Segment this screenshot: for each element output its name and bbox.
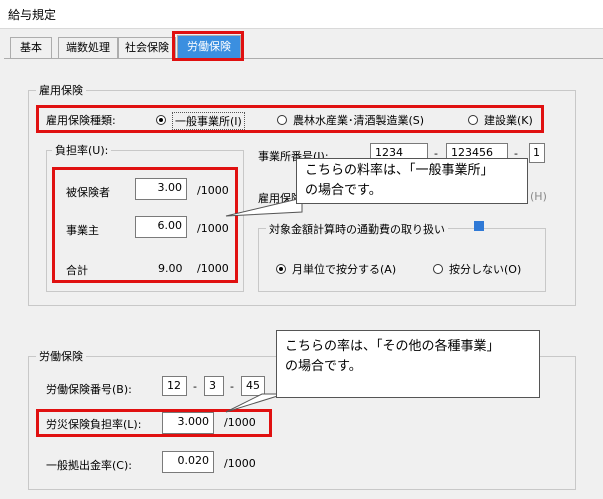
title-bar: 給与規定 (0, 0, 603, 29)
office-number-part3[interactable]: 1 (529, 143, 545, 163)
radio-construction[interactable] (468, 115, 478, 125)
option-construction[interactable]: 建設業(K) (484, 112, 533, 128)
callout-other-business-line2: の場合です。 (285, 359, 362, 374)
tab-labor-insurance[interactable]: 労働保険 (177, 35, 241, 58)
callout-other-business-line1: こちらの率は、「その他の各種事業」 (285, 339, 500, 354)
commute-handling-label: 対象金額計算時の通勤費の取り扱い (266, 221, 448, 237)
general-contribution-label: 一般拠出金率(C): (46, 459, 132, 472)
callout-general-business-line2: の場合です。 (305, 183, 382, 198)
tab-rounding[interactable]: 端数処理 (58, 37, 118, 58)
total-value: 9.00 (158, 262, 183, 275)
total-label: 合計 (66, 264, 88, 277)
labor-insurance-group-label: 労働保険 (36, 348, 86, 364)
labor-number-part2[interactable]: 3 (204, 376, 224, 396)
radio-no-prorate[interactable] (433, 264, 443, 274)
option-monthly-prorate[interactable]: 月単位で按分する(A) (292, 261, 396, 277)
option-agriculture[interactable]: 農林水産業･清酒製造業(S) (293, 112, 424, 128)
tab-social-insurance[interactable]: 社会保険 (118, 37, 176, 58)
callout-general-business: こちらの料率は、「一般事業所」 の場合です。 (296, 158, 528, 204)
option-no-prorate[interactable]: 按分しない(O) (449, 261, 521, 277)
tab-basic[interactable]: 基本 (10, 37, 52, 58)
employment-insurance-group-label: 雇用保険 (36, 82, 86, 98)
insured-rate-input[interactable]: 3.00 (135, 178, 187, 200)
employer-rate-input[interactable]: 6.00 (135, 216, 187, 238)
general-contribution-unit: /1000 (224, 457, 256, 470)
radio-agriculture[interactable] (277, 115, 287, 125)
labor-number-part1[interactable]: 12 (162, 376, 187, 396)
window-title: 給与規定 (8, 8, 57, 22)
tab-strip-line (4, 58, 603, 59)
total-unit: /1000 (197, 262, 229, 275)
employer-unit: /1000 (197, 222, 229, 235)
info-icon[interactable] (474, 221, 484, 231)
commute-handling-group (258, 228, 546, 292)
insured-label: 被保険者 (66, 186, 110, 199)
radio-monthly-prorate[interactable] (276, 264, 286, 274)
radio-general-business[interactable] (156, 115, 166, 125)
callout-general-business-line1: こちらの料率は、「一般事業所」 (305, 163, 494, 178)
employer-label: 事業主 (66, 224, 99, 237)
callout-pointer-1 (225, 197, 303, 217)
labor-number-dash1: - (193, 380, 197, 393)
general-contribution-input[interactable]: 0.020 (162, 451, 214, 473)
accident-rate-label: 労災保険負担率(L): (46, 418, 142, 431)
callout-other-business: こちらの率は、「その他の各種事業」 の場合です。 (276, 330, 540, 398)
accident-rate-input[interactable]: 3.000 (162, 412, 214, 434)
insurance-type-label: 雇用保険種類: (46, 114, 116, 127)
option-general-business[interactable]: 一般事業所(I) (172, 112, 245, 130)
labor-number-label: 労働保険番号(B): (46, 383, 132, 396)
accident-rate-unit: /1000 (224, 416, 256, 429)
burden-rate-label: 負担率(U): (52, 142, 112, 158)
eligibility-hint: (H) (530, 190, 547, 203)
